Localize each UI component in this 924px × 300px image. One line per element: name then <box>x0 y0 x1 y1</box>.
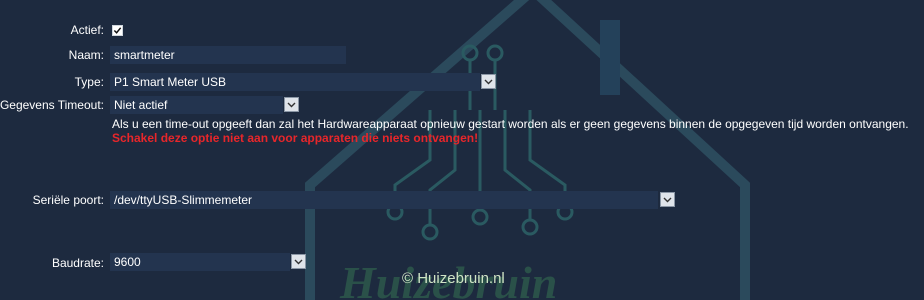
serial-port-dropdown-button[interactable] <box>660 192 675 207</box>
serial-port-select[interactable]: /dev/ttyUSB-Slimmemeter <box>110 191 658 209</box>
type-dropdown-button[interactable] <box>481 74 496 89</box>
type-label: Type: <box>74 75 104 89</box>
name-input[interactable]: smartmeter <box>110 46 346 64</box>
chevron-down-icon <box>484 79 493 84</box>
timeout-dropdown-button[interactable] <box>284 97 299 112</box>
checkmark-icon <box>113 27 122 34</box>
name-label: Naam: <box>68 48 104 62</box>
chevron-down-icon <box>287 102 296 107</box>
baudrate-select[interactable]: 9600 <box>110 253 290 271</box>
chevron-down-icon <box>294 259 303 264</box>
timeout-select[interactable]: Niet actief <box>110 96 283 114</box>
serial-port-label: Seriële poort: <box>32 193 104 207</box>
timeout-warning: Schakel deze optie niet aan voor apparat… <box>112 131 479 145</box>
active-checkbox[interactable] <box>112 25 123 36</box>
baudrate-label: Baudrate: <box>51 256 104 270</box>
copyright-watermark: © Huizebruin.nl <box>402 270 505 287</box>
timeout-hint: Als u een time-out opgeeft dan zal het H… <box>112 117 909 131</box>
timeout-label: Gegevens Timeout: <box>0 98 104 112</box>
baudrate-dropdown-button[interactable] <box>291 254 306 269</box>
type-select[interactable]: P1 Smart Meter USB <box>110 73 480 91</box>
chevron-down-icon <box>663 197 672 202</box>
active-label: Actief: <box>70 23 104 37</box>
